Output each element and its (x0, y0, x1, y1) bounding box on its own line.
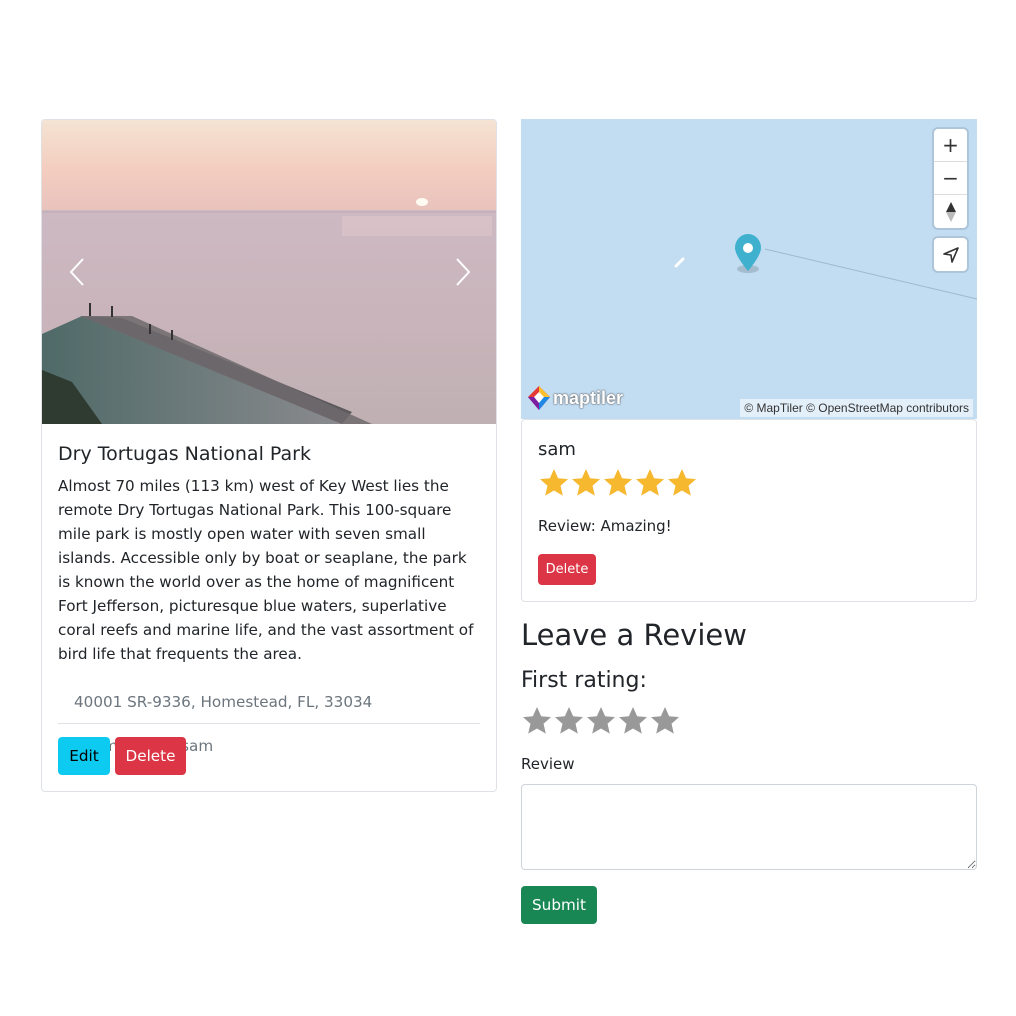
review-card: sam Review: Amazing! Delete (521, 419, 977, 602)
card-actions: Edit Delete (58, 737, 186, 775)
review-textarea[interactable] (521, 784, 977, 870)
review-label: Review (521, 755, 575, 773)
maptiler-logo-text: maptiler (553, 387, 624, 408)
review-author: sam (538, 439, 576, 460)
rating-label: First rating: (521, 668, 647, 693)
map[interactable]: + − maptiler © MapTiler © OpenStreetMap … (521, 119, 977, 419)
campground-card: Dry Tortugas National Park Almost 70 mil… (41, 119, 497, 792)
image-carousel (42, 120, 496, 424)
zoom-out-button[interactable]: − (934, 162, 967, 195)
leave-review-heading: Leave a Review (521, 618, 747, 652)
carousel-next-button[interactable] (428, 120, 496, 424)
edit-button[interactable]: Edit (58, 737, 110, 775)
delete-review-button[interactable]: Delete (538, 554, 596, 585)
navigation-arrow-icon (942, 246, 959, 263)
chevron-left-icon (69, 258, 84, 286)
compass-button[interactable] (934, 195, 967, 228)
rating-input (521, 705, 681, 737)
map-marker-icon[interactable] (735, 234, 761, 271)
star-rating-option-icon[interactable] (585, 705, 617, 737)
submit-button[interactable]: Submit (521, 886, 597, 924)
star-rating-option-icon[interactable] (521, 705, 553, 737)
campground-description: Almost 70 miles (113 km) west of Key Wes… (58, 477, 474, 663)
review-star-rating (538, 467, 698, 499)
zoom-in-button[interactable]: + (934, 129, 967, 162)
map-canvas (674, 234, 977, 300)
review-text: Review: Amazing! (538, 517, 672, 535)
star-rating-option-icon[interactable] (553, 705, 585, 737)
star-filled-icon (668, 469, 696, 496)
star-rating-option-icon[interactable] (649, 705, 681, 737)
star-filled-icon (540, 469, 568, 496)
star-filled-icon (572, 469, 600, 496)
maptiler-logo-icon (528, 386, 550, 410)
card-body: Dry Tortugas National Park Almost 70 mil… (42, 424, 496, 666)
compass-icon (945, 201, 956, 222)
campground-location: 40001 SR-9336, Homestead, FL, 33034 (58, 684, 480, 724)
star-filled-icon (604, 469, 632, 496)
maptiler-logo[interactable]: maptiler (527, 385, 623, 411)
geolocate-button[interactable] (934, 238, 967, 271)
star-rating-option-icon[interactable] (617, 705, 649, 737)
campground-title: Dry Tortugas National Park (58, 443, 311, 465)
chevron-right-icon (456, 258, 471, 286)
map-attribution[interactable]: © MapTiler © OpenStreetMap contributors (740, 399, 973, 417)
delete-campground-button[interactable]: Delete (115, 737, 186, 775)
map-nav-controls: + − (934, 129, 967, 228)
star-filled-icon (636, 469, 664, 496)
carousel-prev-button[interactable] (42, 120, 112, 424)
